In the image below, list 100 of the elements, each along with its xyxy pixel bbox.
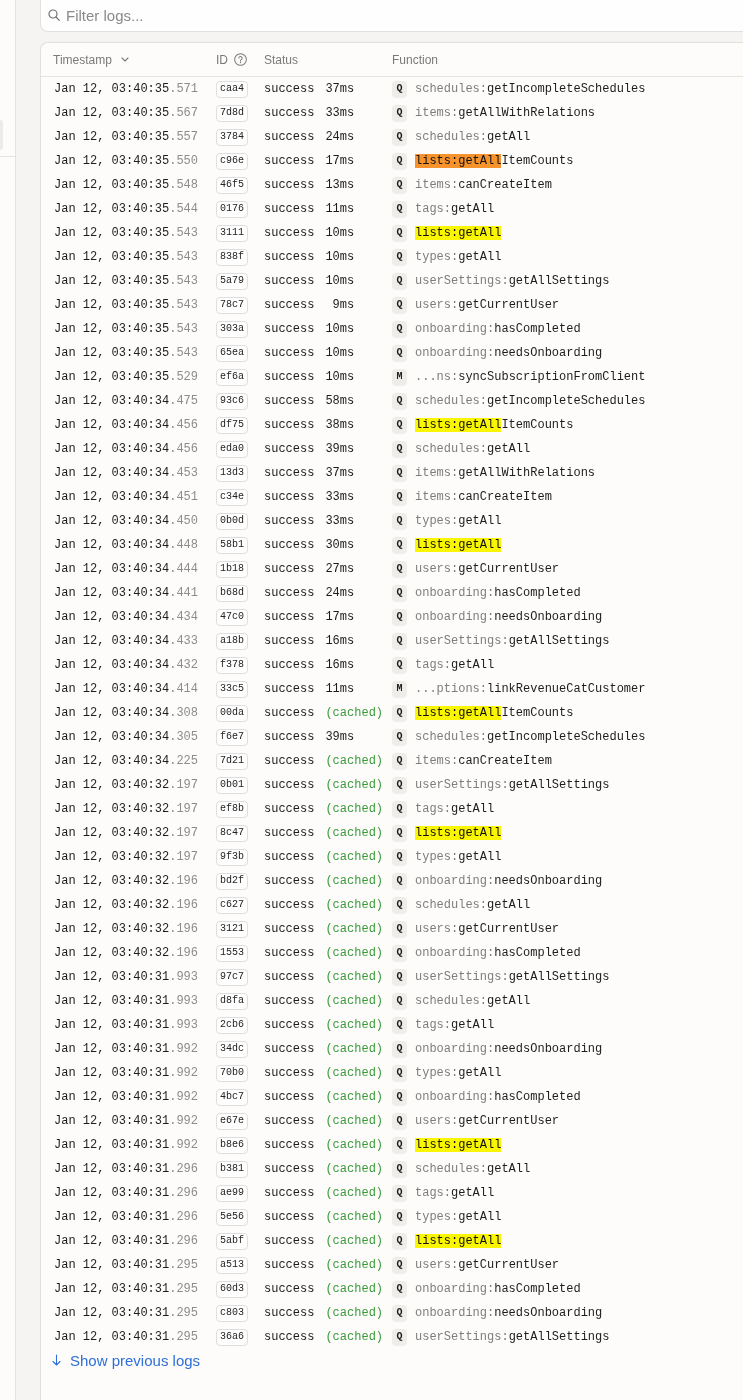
function-type-badge: Q: [392, 488, 407, 506]
log-id-badge: df75: [216, 416, 248, 434]
function-type-badge: Q: [392, 1040, 407, 1058]
log-id-badge: c34e: [216, 488, 248, 506]
timestamp-text: Jan 12, 03:40:34.475: [54, 395, 199, 407]
function-name: schedules:getAll: [415, 442, 531, 456]
log-id-badge: b68d: [216, 584, 248, 602]
duration-text: 9ms: [331, 299, 355, 311]
function-name: lists:getAllItemCounts: [415, 154, 574, 168]
function-name: users:getCurrentUser: [415, 1258, 560, 1272]
function-name: users:getCurrentUser: [415, 562, 560, 576]
timestamp-text: Jan 12, 03:40:31.992: [54, 1091, 199, 1103]
show-previous-logs-button[interactable]: Show previous logs: [52, 1352, 201, 1368]
function-type-badge: Q: [392, 344, 407, 362]
search-field[interactable]: Filter logs...: [40, 0, 743, 32]
timestamp-text: Jan 12, 03:40:31.295: [54, 1331, 199, 1343]
function-name: schedules:getAll: [415, 130, 531, 144]
function-name: userSettings:getAllSettings: [415, 1330, 610, 1344]
help-icon[interactable]: [234, 53, 247, 66]
status-text: success: [264, 491, 315, 503]
function-type-badge: Q: [392, 1208, 407, 1226]
duration-text: 10ms: [325, 371, 355, 383]
duration-text: (cached): [325, 947, 384, 959]
timestamp-text: Jan 12, 03:40:34.444: [54, 563, 199, 575]
status-text: success: [264, 971, 315, 983]
log-id-badge: 7d21: [216, 752, 248, 770]
timestamp-text: Jan 12, 03:40:32.197: [54, 803, 199, 815]
log-id-badge: 3121: [216, 920, 248, 938]
status-text: success: [264, 179, 315, 191]
function-type-badge: Q: [392, 104, 407, 122]
log-id-badge: 3111: [216, 224, 248, 242]
column-header: Function: [392, 53, 439, 66]
timestamp-text: Jan 12, 03:40:35.557: [54, 131, 199, 143]
log-id-badge: 5a79: [216, 272, 248, 290]
timestamp-text: Jan 12, 03:40:31.296: [54, 1235, 199, 1247]
log-id-badge: 00da: [216, 704, 248, 722]
chevron-down-icon: [120, 57, 129, 62]
function-type-badge: Q: [392, 584, 407, 602]
log-id-badge: e67e: [216, 1112, 248, 1130]
column-header: ID: [216, 53, 228, 66]
log-id-badge: a513: [216, 1256, 248, 1274]
status-text: success: [264, 1091, 315, 1103]
function-name: onboarding:needsOnboarding: [415, 1306, 603, 1320]
status-text: success: [264, 1187, 315, 1199]
duration-text: (cached): [325, 779, 384, 791]
duration-text: 10ms: [325, 347, 355, 359]
timestamp-text: Jan 12, 03:40:31.295: [54, 1283, 199, 1295]
log-id-badge: 1553: [216, 944, 248, 962]
log-id-badge: d8fa: [216, 992, 248, 1010]
log-id-badge: 9f3b: [216, 848, 248, 866]
log-id-badge: 60d3: [216, 1280, 248, 1298]
timestamp-text: Jan 12, 03:40:31.993: [54, 1019, 199, 1031]
log-id-badge: caa4: [216, 80, 248, 98]
duration-text: (cached): [325, 707, 384, 719]
function-type-badge: Q: [392, 80, 407, 98]
log-id-badge: 0176: [216, 200, 248, 218]
timestamp-text: Jan 12, 03:40:31.992: [54, 1043, 199, 1055]
timestamp-text: Jan 12, 03:40:34.414: [54, 683, 199, 695]
status-text: success: [264, 1235, 315, 1247]
timestamp-text: Jan 12, 03:40:34.456: [54, 443, 199, 455]
function-name: users:getCurrentUser: [415, 1114, 560, 1128]
function-type-badge: Q: [392, 1064, 407, 1082]
duration-text: (cached): [325, 803, 384, 815]
duration-text: 58ms: [325, 395, 355, 407]
status-text: success: [264, 683, 315, 695]
timestamp-text: Jan 12, 03:40:35.571: [54, 83, 199, 95]
function-type-badge: Q: [392, 728, 407, 746]
duration-text: 38ms: [325, 419, 355, 431]
function-type-badge: Q: [392, 776, 407, 794]
log-id-badge: 70b0: [216, 1064, 248, 1082]
status-text: success: [264, 755, 315, 767]
function-type-badge: Q: [392, 1328, 407, 1346]
timestamp-text: Jan 12, 03:40:31.992: [54, 1115, 199, 1127]
status-text: success: [264, 731, 315, 743]
function-name: tags:getAll: [415, 202, 495, 216]
status-text: success: [264, 827, 315, 839]
status-text: success: [264, 1211, 315, 1223]
log-id-badge: ef8b: [216, 800, 248, 818]
duration-text: (cached): [325, 1187, 384, 1199]
arrow-down-icon: [52, 1354, 61, 1366]
log-id-badge: 58b1: [216, 536, 248, 554]
timestamp-text: Jan 12, 03:40:34.448: [54, 539, 199, 551]
function-type-badge: Q: [392, 1232, 407, 1250]
status-text: success: [264, 1331, 315, 1343]
log-id-badge: 0b0d: [216, 512, 248, 530]
status-text: success: [264, 83, 315, 95]
duration-text: 39ms: [325, 731, 355, 743]
duration-text: (cached): [325, 1235, 384, 1247]
function-name: lists:getAll: [415, 1138, 502, 1152]
status-text: success: [264, 1283, 315, 1295]
duration-text: (cached): [325, 971, 384, 983]
log-id-badge: ef6a: [216, 368, 248, 386]
duration-text: 16ms: [325, 635, 355, 647]
function-name: schedules:getIncompleteSchedules: [415, 82, 646, 96]
function-name: onboarding:hasCompleted: [415, 1282, 581, 1296]
column-header[interactable]: Timestamp: [53, 53, 129, 66]
timestamp-text: Jan 12, 03:40:34.433: [54, 635, 199, 647]
status-text: success: [264, 227, 315, 239]
status-text: success: [264, 275, 315, 287]
function-type-badge: Q: [392, 920, 407, 938]
